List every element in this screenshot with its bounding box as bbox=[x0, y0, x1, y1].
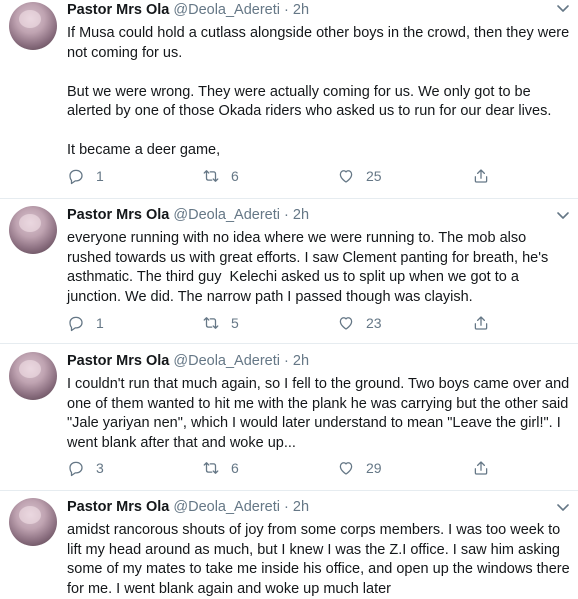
share-button[interactable] bbox=[472, 313, 490, 333]
separator-dot: · bbox=[284, 207, 289, 223]
chevron-down-icon[interactable] bbox=[556, 4, 570, 14]
timestamp[interactable]: 2h bbox=[293, 207, 309, 223]
heart-icon bbox=[339, 170, 353, 183]
avatar[interactable] bbox=[9, 352, 57, 400]
retweet-button[interactable]: 6 bbox=[202, 458, 239, 478]
author-handle[interactable]: @Deola_Adereti bbox=[173, 499, 280, 515]
reply-count: 1 bbox=[96, 315, 104, 331]
author-handle[interactable]: @Deola_Adereti bbox=[173, 207, 280, 223]
retweet-count: 6 bbox=[231, 168, 239, 184]
reply-icon bbox=[69, 316, 83, 332]
like-button[interactable]: 25 bbox=[337, 166, 382, 186]
tweet-actions: 1 5 23 bbox=[67, 313, 507, 333]
retweet-button[interactable]: 5 bbox=[202, 313, 239, 333]
tweet-header: Pastor Mrs Ola @Deola_Adereti · 2h bbox=[67, 499, 309, 515]
separator-dot: · bbox=[284, 353, 289, 369]
tweet-header: Pastor Mrs Ola @Deola_Adereti · 2h bbox=[67, 353, 309, 369]
timestamp[interactable]: 2h bbox=[293, 2, 309, 18]
retweet-count: 6 bbox=[231, 460, 239, 476]
tweet[interactable]: Pastor Mrs Ola @Deola_Adereti · 2h I cou… bbox=[0, 344, 578, 491]
timestamp[interactable]: 2h bbox=[293, 499, 309, 515]
retweet-icon bbox=[203, 317, 219, 329]
reply-button[interactable]: 3 bbox=[67, 458, 104, 478]
retweet-icon bbox=[203, 170, 219, 182]
avatar[interactable] bbox=[9, 2, 57, 50]
tweet-actions: 3 6 29 bbox=[67, 458, 507, 478]
reply-icon bbox=[69, 169, 83, 185]
tweet[interactable]: Pastor Mrs Ola @Deola_Adereti · 2h amids… bbox=[0, 491, 578, 599]
author-handle[interactable]: @Deola_Adereti bbox=[173, 353, 280, 369]
author-name[interactable]: Pastor Mrs Ola bbox=[67, 2, 169, 18]
reply-count: 3 bbox=[96, 460, 104, 476]
tweet-text: If Musa could hold a cutlass alongside o… bbox=[67, 25, 570, 158]
reply-button[interactable]: 1 bbox=[67, 313, 104, 333]
tweet-text: everyone running with no idea where we w… bbox=[67, 230, 553, 305]
like-count: 29 bbox=[366, 460, 382, 476]
avatar[interactable] bbox=[9, 498, 57, 546]
author-handle[interactable]: @Deola_Adereti bbox=[173, 2, 280, 18]
chevron-down-icon[interactable] bbox=[556, 211, 570, 221]
like-count: 25 bbox=[366, 168, 382, 184]
chevron-down-icon[interactable] bbox=[556, 503, 570, 513]
heart-icon bbox=[339, 462, 353, 475]
timestamp[interactable]: 2h bbox=[293, 353, 309, 369]
reply-count: 1 bbox=[96, 168, 104, 184]
share-icon bbox=[474, 169, 488, 183]
heart-icon bbox=[339, 317, 353, 330]
tweet-actions: 1 6 25 bbox=[67, 166, 507, 186]
share-icon bbox=[474, 461, 488, 475]
share-button[interactable] bbox=[472, 166, 490, 186]
tweet-header: Pastor Mrs Ola @Deola_Adereti · 2h bbox=[67, 207, 309, 223]
share-button[interactable] bbox=[472, 458, 490, 478]
tweet[interactable]: Pastor Mrs Ola @Deola_Adereti · 2h every… bbox=[0, 199, 578, 344]
author-name[interactable]: Pastor Mrs Ola bbox=[67, 207, 169, 223]
reply-icon bbox=[69, 461, 83, 477]
author-name[interactable]: Pastor Mrs Ola bbox=[67, 499, 169, 515]
tweet-text: amidst rancorous shouts of joy from some… bbox=[67, 522, 574, 597]
tweet-text: I couldn't run that much again, so I fel… bbox=[67, 376, 574, 451]
reply-button[interactable]: 1 bbox=[67, 166, 104, 186]
tweet[interactable]: Pastor Mrs Ola @Deola_Adereti · 2h If Mu… bbox=[0, 0, 578, 199]
retweet-count: 5 bbox=[231, 315, 239, 331]
share-icon bbox=[474, 316, 488, 330]
retweet-button[interactable]: 6 bbox=[202, 166, 239, 186]
separator-dot: · bbox=[284, 2, 289, 18]
like-button[interactable]: 23 bbox=[337, 313, 382, 333]
tweet-header: Pastor Mrs Ola @Deola_Adereti · 2h bbox=[67, 2, 309, 18]
retweet-icon bbox=[203, 462, 219, 474]
like-button[interactable]: 29 bbox=[337, 458, 382, 478]
separator-dot: · bbox=[284, 499, 289, 515]
avatar[interactable] bbox=[9, 206, 57, 254]
like-count: 23 bbox=[366, 315, 382, 331]
author-name[interactable]: Pastor Mrs Ola bbox=[67, 353, 169, 369]
